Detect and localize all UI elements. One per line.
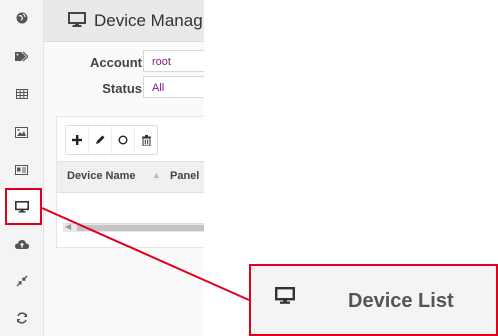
table-header: Device Name ▲ Panel: [57, 161, 204, 193]
tags-icon: [15, 51, 28, 61]
column-device-name[interactable]: Device Name: [67, 170, 136, 182]
page-title: Device Manag: [94, 11, 203, 30]
status-button[interactable]: [112, 126, 135, 154]
status-select[interactable]: All: [143, 76, 204, 98]
scrollbar-thumb[interactable]: [77, 225, 204, 231]
sidebar-item-compress[interactable]: [0, 263, 43, 299]
plus-icon: [72, 135, 82, 145]
sidebar-item-table[interactable]: [0, 76, 43, 112]
sidebar-item-image[interactable]: [0, 114, 43, 150]
column-panel[interactable]: Panel: [170, 170, 199, 182]
highlight-box: [5, 188, 42, 225]
sidebar-item-refresh[interactable]: [0, 300, 43, 336]
table-icon: [15, 89, 28, 99]
scroll-left-icon[interactable]: ◀: [65, 222, 71, 231]
account-row: Account root: [44, 50, 204, 74]
account-field[interactable]: root: [143, 50, 204, 72]
status-row: Status All: [44, 76, 204, 100]
page-header: Device Manag: [44, 0, 204, 42]
refresh-icon: [16, 312, 27, 324]
id-card-icon: [15, 165, 28, 175]
sidebar-item-globe[interactable]: [0, 0, 43, 36]
callout-box: Device List: [249, 264, 498, 336]
add-button[interactable]: [66, 126, 89, 154]
callout-label: Device List: [348, 290, 454, 312]
device-table-panel: Device Name ▲ Panel ◀: [56, 116, 204, 248]
pencil-icon: [96, 135, 105, 144]
sidebar: [0, 0, 44, 336]
globe-icon: [16, 12, 27, 24]
compress-icon: [16, 275, 27, 287]
delete-button[interactable]: [135, 126, 157, 154]
image-icon: [15, 126, 28, 138]
main-content: Device Manag Account root Status All Dev…: [44, 0, 204, 336]
sidebar-item-cloud-upload[interactable]: [0, 226, 43, 262]
horizontal-scrollbar[interactable]: ◀: [63, 222, 204, 232]
status-label: Status: [102, 81, 142, 96]
table-toolbar: [65, 125, 158, 155]
desktop-icon: [275, 287, 295, 304]
sidebar-item-tags[interactable]: [0, 38, 43, 74]
circle-icon: [118, 135, 128, 145]
edit-button[interactable]: [89, 126, 112, 154]
trash-icon: [141, 134, 151, 146]
sidebar-item-id-card[interactable]: [0, 152, 43, 188]
cloud-upload-icon: [14, 240, 29, 249]
account-label: Account: [90, 55, 142, 70]
desktop-icon: [68, 12, 86, 27]
sort-icon[interactable]: ▲: [152, 170, 161, 180]
